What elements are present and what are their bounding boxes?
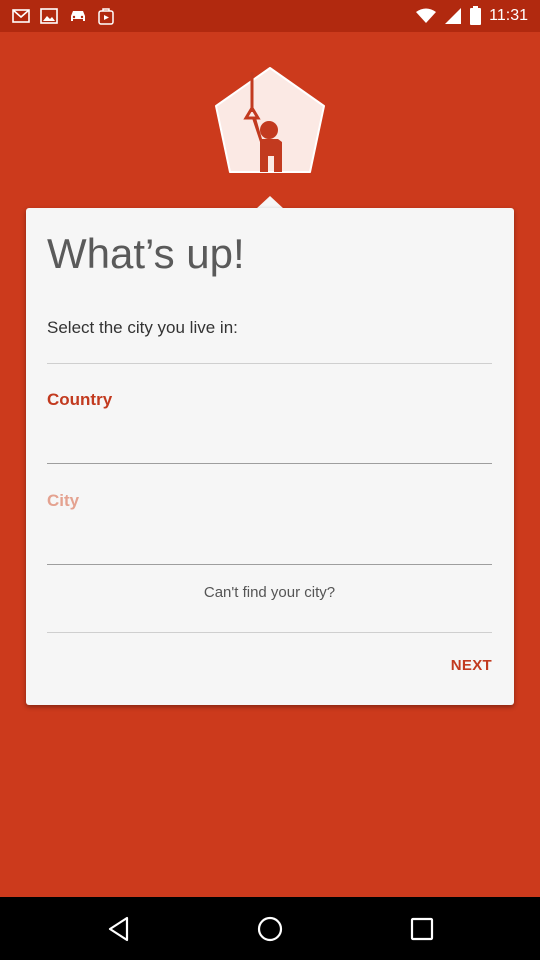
- app-logo: [212, 66, 328, 178]
- back-icon[interactable]: [104, 914, 134, 944]
- car-icon: [68, 8, 88, 24]
- divider: [47, 632, 492, 633]
- signal-icon: [444, 7, 462, 25]
- country-label: Country: [47, 390, 113, 409]
- status-time: 11:31: [489, 6, 528, 24]
- country-field[interactable]: [47, 429, 492, 464]
- wifi-icon: [416, 8, 437, 24]
- city-label: City: [47, 491, 80, 510]
- card-title: What’s up!: [47, 230, 245, 277]
- cant-find-city-link[interactable]: Can't find your city?: [47, 584, 492, 601]
- mail-icon: [12, 9, 30, 23]
- navigation-bar: [0, 897, 540, 960]
- battery-icon: [470, 6, 482, 25]
- divider: [47, 363, 492, 364]
- next-button[interactable]: NEXT: [451, 657, 492, 674]
- city-selection-card: What’s up! Select the city you live in: …: [26, 208, 514, 705]
- status-right-icons: 11:31: [416, 6, 528, 25]
- home-icon[interactable]: [255, 914, 285, 944]
- recents-icon[interactable]: [407, 914, 437, 944]
- city-field[interactable]: [47, 530, 492, 565]
- card-subtitle: Select the city you live in:: [47, 318, 238, 337]
- image-icon: [40, 8, 58, 24]
- play-store-icon: [98, 7, 114, 25]
- status-bar: 11:31: [0, 0, 540, 32]
- status-left-icons: [12, 7, 114, 25]
